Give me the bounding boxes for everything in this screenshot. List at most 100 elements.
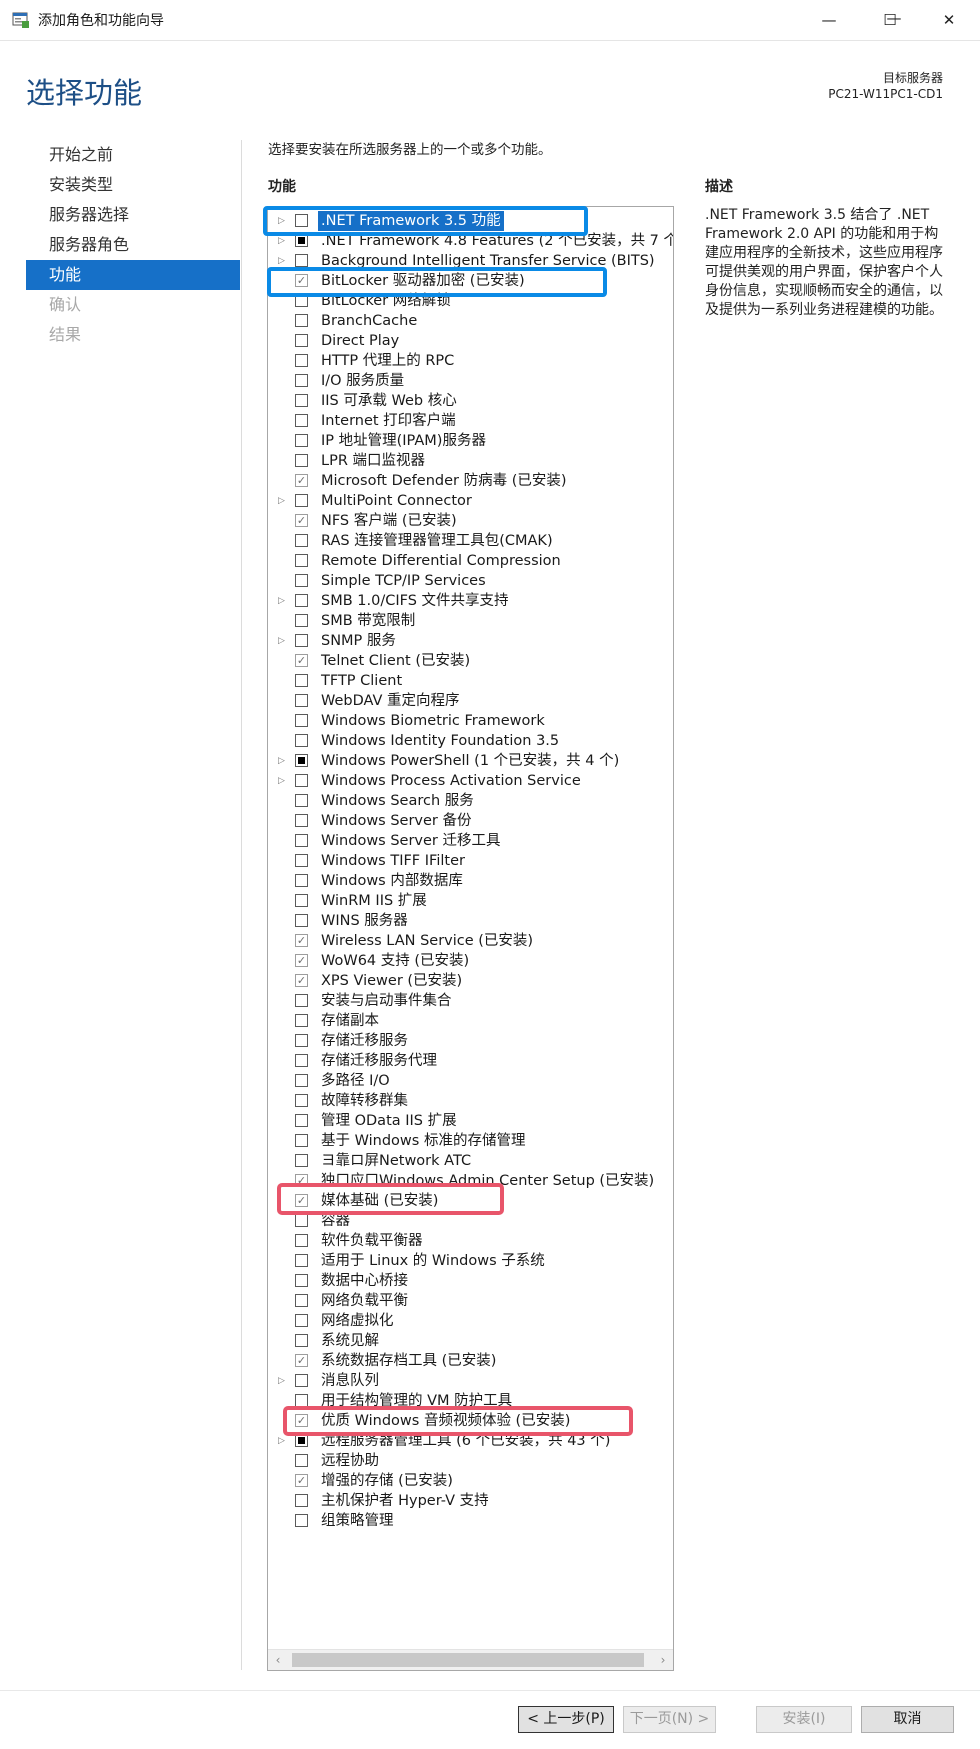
feature-row[interactable]: ヨ靠ロ屏Network ATC [268, 1151, 673, 1171]
feature-checkbox[interactable]: ✓ [295, 974, 308, 987]
feature-checkbox[interactable] [295, 1114, 308, 1127]
feature-checkbox[interactable] [295, 1094, 308, 1107]
feature-checkbox[interactable] [295, 1454, 308, 1467]
feature-row[interactable]: 多路径 I/O [268, 1071, 673, 1091]
feature-row[interactable]: ✓ NFS 客户端 (已安装) [268, 511, 673, 531]
feature-checkbox[interactable] [295, 834, 308, 847]
feature-checkbox[interactable] [295, 794, 308, 807]
maximize-button[interactable]: ☐ [867, 0, 913, 40]
feature-checkbox[interactable] [295, 1274, 308, 1287]
feature-row[interactable]: WinRM IIS 扩展 [268, 891, 673, 911]
feature-checkbox[interactable] [295, 1294, 308, 1307]
feature-checkbox[interactable]: ✓ [295, 514, 308, 527]
feature-row[interactable]: 管理 OData IIS 扩展 [268, 1111, 673, 1131]
feature-checkbox[interactable] [295, 1134, 308, 1147]
feature-checkbox[interactable] [295, 354, 308, 367]
feature-checkbox[interactable] [295, 594, 308, 607]
feature-row[interactable]: BranchCache [268, 311, 673, 331]
feature-row[interactable]: TFTP Client [268, 671, 673, 691]
feature-checkbox[interactable] [295, 334, 308, 347]
feature-row[interactable]: ▷ Windows Process Activation Service [268, 771, 673, 791]
feature-row[interactable]: ▷ MultiPoint Connector [268, 491, 673, 511]
feature-checkbox[interactable]: ✓ [295, 1474, 308, 1487]
feature-checkbox[interactable] [295, 1214, 308, 1227]
nav-item[interactable]: 功能 [26, 260, 240, 290]
feature-row[interactable]: ▷ SMB 1.0/CIFS 文件共享支持 [268, 591, 673, 611]
scroll-left-arrow-icon[interactable]: ‹ [268, 1650, 288, 1670]
cancel-button[interactable]: 取消 [861, 1706, 954, 1733]
feature-checkbox[interactable] [295, 374, 308, 387]
expand-arrow-icon[interactable]: ▷ [278, 751, 288, 771]
expand-arrow-icon[interactable]: ▷ [278, 1371, 288, 1391]
expand-arrow-icon[interactable]: ▷ [278, 631, 288, 651]
feature-row[interactable]: ▷ 消息队列 [268, 1371, 673, 1391]
feature-checkbox[interactable] [295, 994, 308, 1007]
feature-checkbox[interactable] [295, 534, 308, 547]
feature-checkbox[interactable] [295, 314, 308, 327]
feature-row[interactable]: 基于 Windows 标准的存储管理 [268, 1131, 673, 1151]
feature-row[interactable]: 数据中心桥接 [268, 1271, 673, 1291]
feature-row[interactable]: Windows 内部数据库 [268, 871, 673, 891]
feature-row[interactable]: I/O 服务质量 [268, 371, 673, 391]
horizontal-scrollbar[interactable]: ‹ › [268, 1649, 673, 1670]
feature-checkbox[interactable] [295, 714, 308, 727]
feature-row[interactable]: HTTP 代理上的 RPC [268, 351, 673, 371]
feature-row[interactable]: ▷ Windows PowerShell (1 个已安装，共 4 个) [268, 751, 673, 771]
next-button[interactable]: 下一页(N) > [623, 1706, 716, 1733]
feature-checkbox[interactable] [295, 454, 308, 467]
previous-button[interactable]: < 上一步(P) [518, 1706, 614, 1733]
feature-checkbox[interactable] [295, 614, 308, 627]
feature-row[interactable]: ✓ WoW64 支持 (已安装) [268, 951, 673, 971]
install-button[interactable]: 安装(I) [756, 1706, 852, 1733]
feature-row[interactable]: IIS 可承载 Web 核心 [268, 391, 673, 411]
feature-checkbox[interactable] [295, 754, 308, 767]
feature-row[interactable]: ✓ Telnet Client (已安装) [268, 651, 673, 671]
feature-row[interactable]: ✓ Microsoft Defender 防病毒 (已安装) [268, 471, 673, 491]
feature-checkbox[interactable] [295, 734, 308, 747]
feature-tree[interactable]: 组策略管理 主机保护者 Hyper-V 支持 ✓ 增强的存储 (已安装) 远程协助 ▷ 远程… [267, 206, 674, 1671]
feature-checkbox[interactable] [295, 1334, 308, 1347]
scrollbar-thumb[interactable] [292, 1653, 644, 1667]
feature-checkbox[interactable] [295, 674, 308, 687]
feature-checkbox[interactable] [295, 414, 308, 427]
feature-row[interactable]: 网络负载平衡 [268, 1291, 673, 1311]
feature-row[interactable]: Remote Differential Compression [268, 551, 673, 571]
feature-checkbox[interactable] [295, 554, 308, 567]
feature-row[interactable]: ▷ SNMP 服务 [268, 631, 673, 651]
feature-checkbox[interactable] [295, 874, 308, 887]
expand-arrow-icon[interactable]: ▷ [278, 591, 288, 611]
feature-checkbox[interactable] [295, 394, 308, 407]
feature-row[interactable]: Direct Play [268, 331, 673, 351]
feature-checkbox[interactable] [295, 1254, 308, 1267]
feature-row[interactable]: ✓ 增强的存储 (已安装) [268, 1471, 673, 1491]
feature-checkbox[interactable] [295, 1054, 308, 1067]
feature-row[interactable]: SMB 带宽限制 [268, 611, 673, 631]
feature-row[interactable]: 适用于 Linux 的 Windows 子系统 [268, 1251, 673, 1271]
feature-row[interactable]: RAS 连接管理器管理工具包(CMAK) [268, 531, 673, 551]
feature-checkbox[interactable] [295, 1374, 308, 1387]
close-button[interactable]: ✕ [926, 0, 972, 40]
minimize-button-2[interactable]: — [806, 0, 852, 40]
nav-item[interactable]: 开始之前 [26, 140, 240, 170]
scroll-right-arrow-icon[interactable]: › [653, 1650, 673, 1670]
feature-checkbox[interactable] [295, 254, 308, 267]
feature-row[interactable]: Simple TCP/IP Services [268, 571, 673, 591]
feature-row[interactable]: 存储迁移服务 [268, 1031, 673, 1051]
feature-row[interactable]: WebDAV 重定向程序 [268, 691, 673, 711]
feature-checkbox[interactable] [295, 1154, 308, 1167]
feature-row[interactable]: Windows Identity Foundation 3.5 [268, 731, 673, 751]
feature-row[interactable]: IP 地址管理(IPAM)服务器 [268, 431, 673, 451]
feature-checkbox[interactable] [295, 774, 308, 787]
nav-item[interactable]: 安装类型 [26, 170, 240, 200]
feature-row[interactable]: 主机保护者 Hyper-V 支持 [268, 1491, 673, 1511]
feature-checkbox[interactable] [295, 634, 308, 647]
feature-checkbox[interactable] [295, 1034, 308, 1047]
expand-arrow-icon[interactable]: ▷ [278, 491, 288, 511]
feature-row[interactable]: ✓ 系统数据存档工具 (已安装) [268, 1351, 673, 1371]
feature-row[interactable]: LPR 端口监视器 [268, 451, 673, 471]
feature-checkbox[interactable] [295, 914, 308, 927]
feature-checkbox[interactable] [295, 1234, 308, 1247]
feature-checkbox[interactable] [295, 574, 308, 587]
feature-checkbox[interactable] [295, 814, 308, 827]
feature-checkbox[interactable] [295, 1514, 308, 1527]
